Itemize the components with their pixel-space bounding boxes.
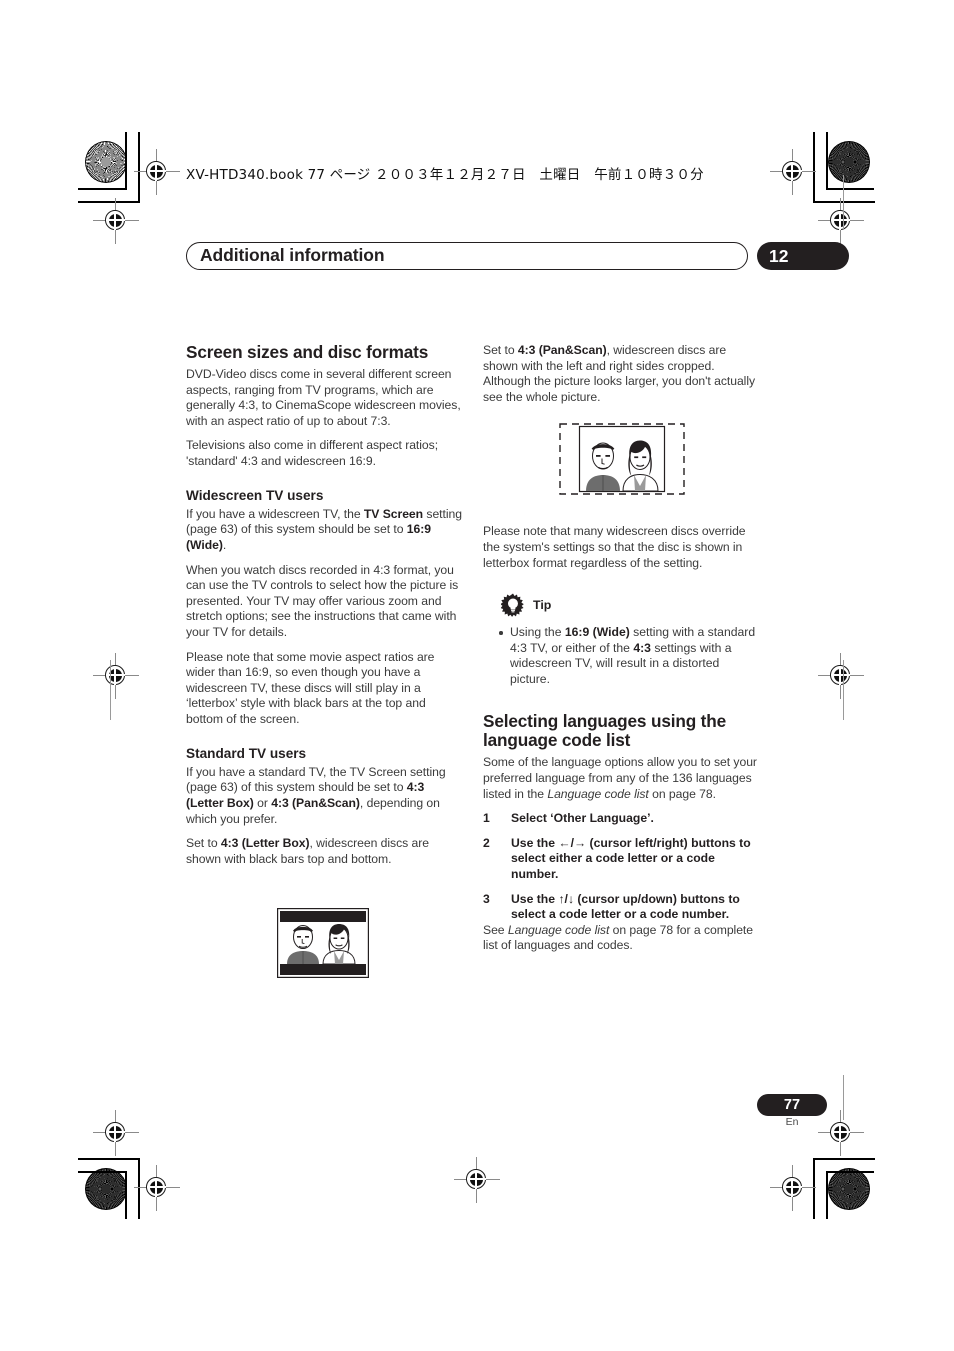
bold-tv-screen: TV Screen <box>363 506 424 521</box>
subheading-widescreen-tv-users: Widescreen TV users <box>186 487 324 503</box>
tip-bullet-item: Using the 16:9 (Wide) setting with a sta… <box>497 625 761 687</box>
step-text: Use the ↑/↓ (cursor up/down) buttons to … <box>511 891 740 922</box>
tip-label: Tip <box>533 598 552 613</box>
registration-crosshair-top-left <box>134 149 180 195</box>
trim-line-bottom-left-h2 <box>78 1171 126 1173</box>
trim-line-top-right-h <box>826 188 874 190</box>
lightbulb-tip-icon <box>501 593 524 618</box>
text-run: on page 78. <box>648 786 716 801</box>
left-column: Screen sizes and disc formats DVD-Video … <box>186 342 464 876</box>
registration-crosshair-bottom-left <box>134 1165 180 1211</box>
paragraph-standard-setting: If you have a standard TV, the TV Screen… <box>186 765 464 827</box>
paragraph-wider-than-169: Please note that some movie aspect ratio… <box>186 649 435 726</box>
trim-line-top-left-v <box>125 132 127 190</box>
step-text: Select ‘Other Language’. <box>511 811 654 826</box>
trim-line-bottom-left-h <box>78 1158 140 1160</box>
registration-crosshair-mid-right <box>818 653 864 699</box>
chapter-number-badge: 12 <box>757 242 849 270</box>
paragraph-language-options: Some of the language options allow you t… <box>483 755 761 802</box>
step-number: 1 <box>483 811 490 826</box>
italic-language-code-list: Language code list <box>547 786 649 801</box>
registration-starburst-top-left <box>85 141 127 183</box>
trim-line-top-right-v2 <box>826 132 828 190</box>
trim-line-top-left-h <box>78 188 126 190</box>
step-number: 2 <box>483 835 490 850</box>
text-run: Using the <box>510 625 565 640</box>
bleed-rule-right-top <box>843 175 845 230</box>
bold-43: 4:3 <box>633 640 651 655</box>
registration-starburst-bottom-left <box>85 1168 127 1210</box>
step-3: 3 Use the ↑/↓ (cursor up/down) buttons to… <box>483 892 761 923</box>
text-run: Set to <box>186 836 221 851</box>
paragraph-panscan-result: Set to 4:3 (Pan&Scan), widescreen discs … <box>483 343 761 405</box>
paragraph-widescreen-setting: If you have a widescreen TV, the TV Scre… <box>186 507 464 554</box>
paragraph-screen-aspects: DVD-Video discs come in several differen… <box>186 366 461 428</box>
step-text: Use the ←/→ (cursor left/right) buttons … <box>511 835 751 881</box>
trim-line-bottom-right-h <box>813 1158 875 1160</box>
text-run: . <box>222 538 227 553</box>
registration-crosshair-left-lower <box>93 1110 139 1156</box>
registration-crosshair-left-upper <box>93 198 139 244</box>
bold-43-panscan-2: 4:3 (Pan&Scan) <box>517 343 607 357</box>
section-heading-selecting-languages: Selecting languages using the language c… <box>483 710 727 751</box>
tip-block: Tip Using the 16:9 (Wide) setting with a… <box>483 593 761 687</box>
tip-bullet-list: Using the 16:9 (Wide) setting with a sta… <box>483 625 761 687</box>
book-file-line: XV-HTD340.book 77 ページ ２００３年１２月２７日 土曜日 午前… <box>186 167 704 183</box>
bold-169-wide: 16:9 (Wide) <box>564 625 630 640</box>
trim-line-bottom-right-h2 <box>826 1171 874 1173</box>
registration-crosshair-top-right <box>770 149 816 195</box>
paragraph-tv-aspect-ratios: Televisions also come in different aspec… <box>186 438 439 468</box>
text-run: Set to <box>483 343 518 357</box>
bold-43-letter-box-2: 4:3 (Letter Box) <box>220 836 310 851</box>
italic-language-code-list-2: Language code list <box>507 922 610 937</box>
paragraph-letterbox-result: Set to 4:3 (Letter Box), widescreen disc… <box>186 836 464 867</box>
registration-crosshair-bottom-right <box>770 1165 816 1211</box>
trim-line-bottom-left-v <box>125 1171 127 1219</box>
pan-and-scan-illustration <box>559 423 685 495</box>
paragraph-step3-note: See Language code list on page 78 for a … <box>483 923 761 954</box>
step-1: 1 Select ‘Other Language’. <box>483 811 761 827</box>
section-heading-screen-sizes: Screen sizes and disc formats <box>186 342 429 362</box>
registration-starburst-top-right <box>828 141 870 183</box>
registration-crosshair-mid-left <box>93 653 139 699</box>
page-title: Additional information <box>200 245 385 265</box>
text-run: See <box>483 922 508 937</box>
letterbox-illustration <box>277 908 369 978</box>
bold-43-panscan: 4:3 (Pan&Scan) <box>271 796 360 811</box>
trim-line-bottom-right-v <box>826 1171 828 1219</box>
registration-crosshair-bottom-center <box>454 1157 500 1203</box>
tip-header: Tip <box>501 593 761 618</box>
page-number-badge: 77 <box>757 1094 827 1116</box>
page-language-code: En <box>785 1116 799 1128</box>
step-number: 3 <box>483 891 490 906</box>
text-run: or <box>253 796 272 811</box>
subheading-standard-tv-users: Standard TV users <box>186 745 307 761</box>
paragraph-tv-controls: When you watch discs recorded in 4:3 for… <box>186 562 459 639</box>
text-run: If you have a widescreen TV, the <box>186 506 364 521</box>
bleed-rule-left-mid <box>110 660 112 720</box>
bleed-rule-right-mid <box>843 660 845 720</box>
bleed-rule-right-bottom <box>843 1075 845 1120</box>
step-2: 2 Use the ←/→ (cursor left/right) buttons… <box>483 836 761 883</box>
registration-crosshair-right-upper <box>818 198 864 244</box>
registration-starburst-bottom-right <box>828 1168 870 1210</box>
paragraph-disc-override: Please note that many widescreen discs o… <box>483 524 746 570</box>
